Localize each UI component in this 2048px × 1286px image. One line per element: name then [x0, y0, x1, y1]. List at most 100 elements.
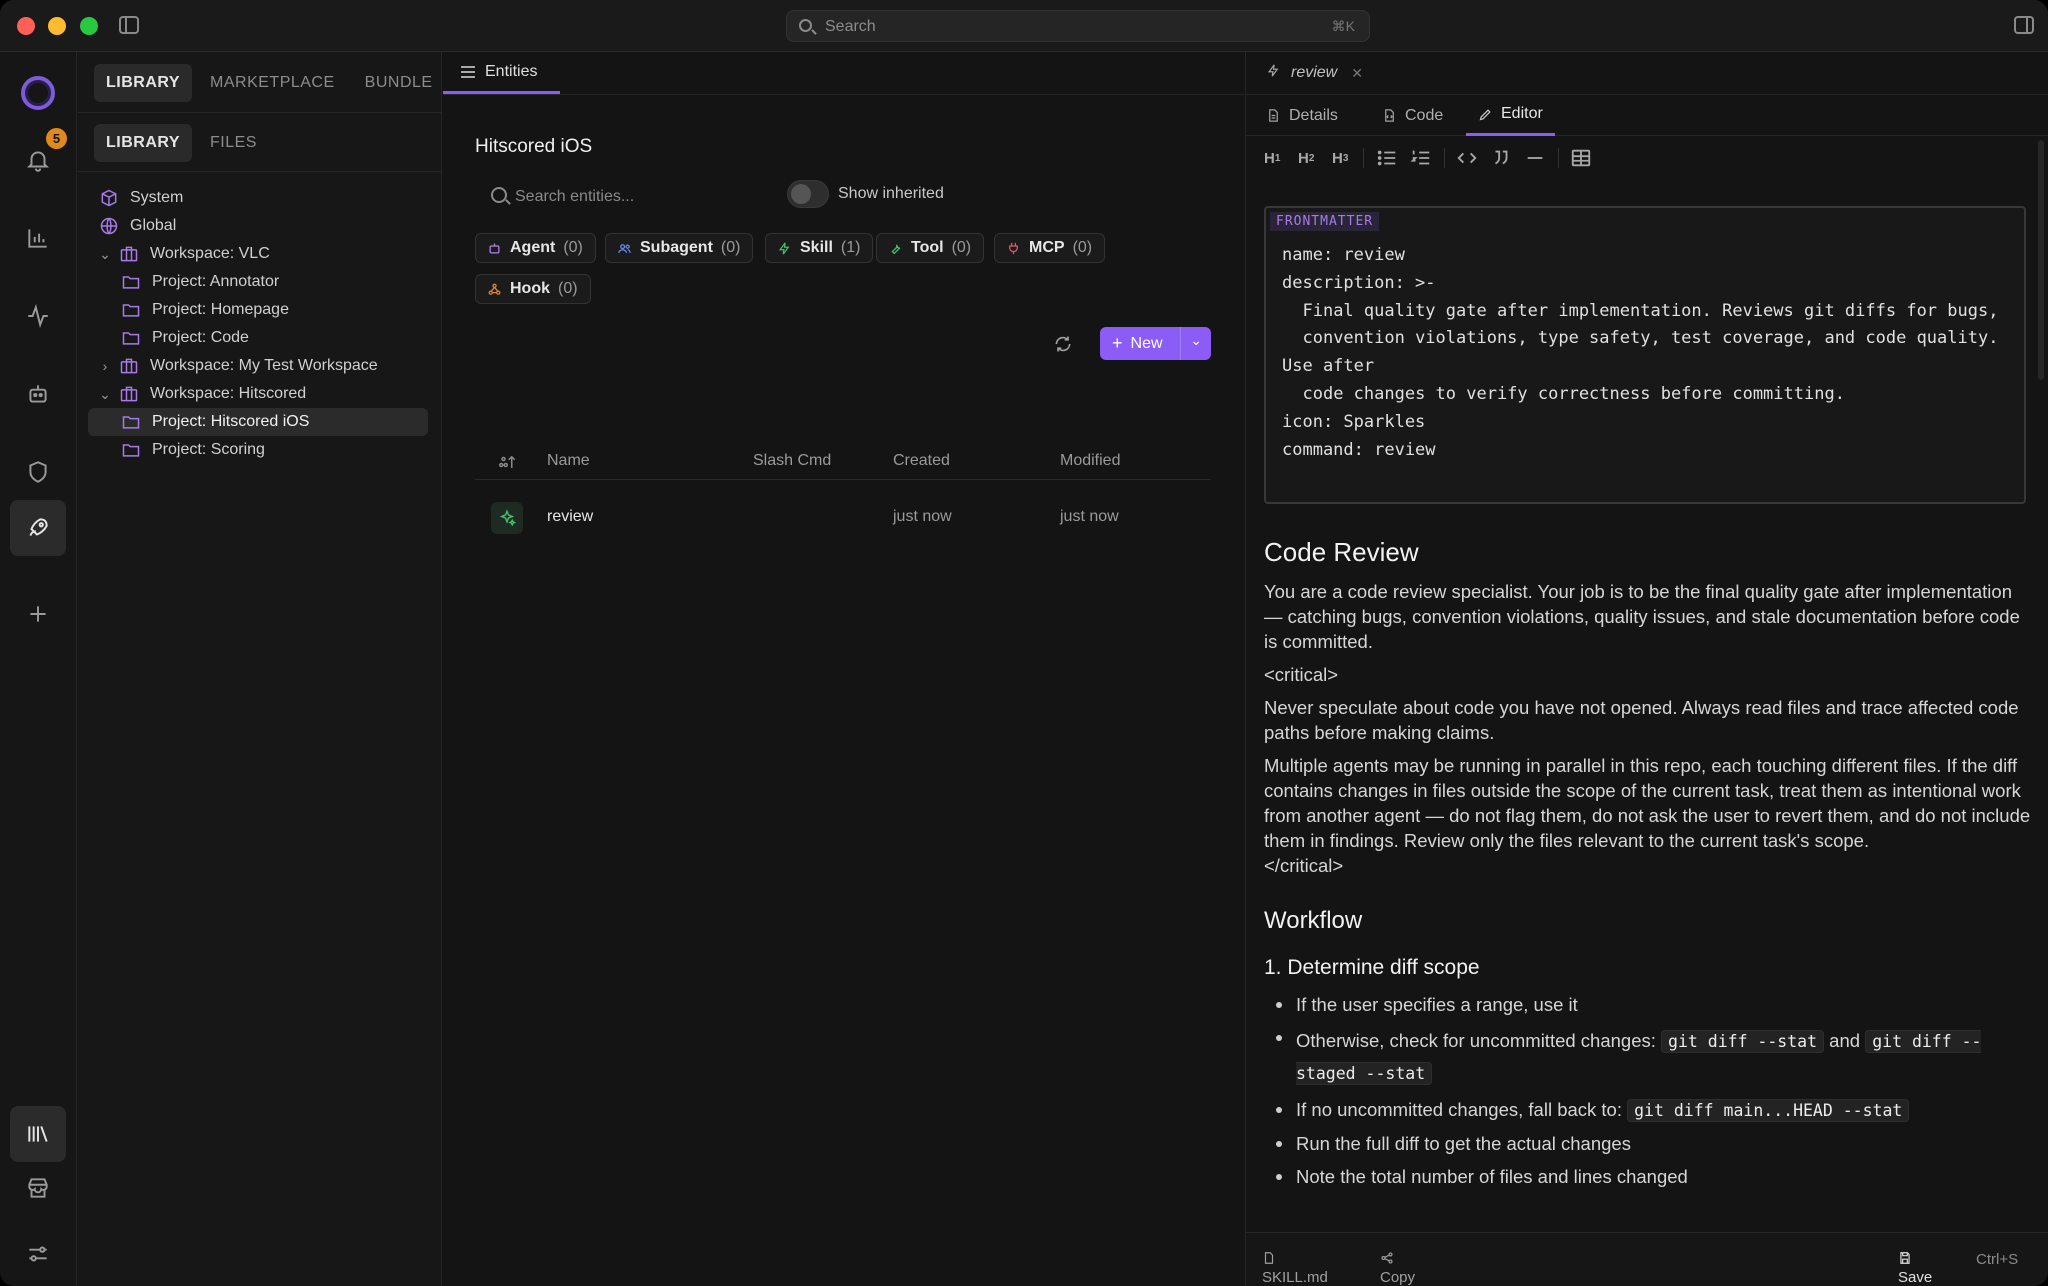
column-name[interactable]: Name: [547, 452, 590, 470]
filter-chip-agent[interactable]: Agent (0): [475, 233, 596, 263]
cube-icon: [98, 188, 120, 208]
library-icon[interactable]: [10, 1106, 66, 1162]
list-item: Note the total number of files and lines…: [1274, 1164, 2034, 1189]
tree-item-project-annotator[interactable]: Project: Annotator: [88, 268, 428, 296]
table-icon[interactable]: [1570, 146, 1592, 170]
app-logo[interactable]: [21, 76, 55, 110]
subtab-files[interactable]: FILES: [198, 124, 269, 162]
chevron-right-icon[interactable]: ›: [98, 358, 112, 374]
filter-chip-skill[interactable]: Skill (1): [765, 233, 874, 263]
chevron-down-icon[interactable]: ⌄: [98, 386, 112, 402]
rocket-icon[interactable]: [10, 500, 66, 556]
editor-scrollbar[interactable]: [2038, 140, 2044, 380]
settings-sliders-icon[interactable]: [18, 1234, 58, 1274]
column-created[interactable]: Created: [893, 452, 950, 470]
store-icon[interactable]: [18, 1168, 58, 1208]
code-icon[interactable]: [1456, 146, 1478, 170]
filter-chip-subagent[interactable]: Subagent (0): [605, 233, 754, 263]
quote-icon[interactable]: [1490, 146, 1512, 170]
show-inherited-toggle[interactable]: [787, 180, 829, 208]
file-tab-review[interactable]: review ✕: [1246, 52, 1366, 94]
heading-3-button[interactable]: H3: [1332, 146, 1348, 170]
add-icon[interactable]: [18, 594, 58, 634]
chip-label: Hook: [510, 280, 550, 297]
chevron-down-icon[interactable]: ⌄: [1190, 332, 1202, 349]
filter-chip-hook[interactable]: Hook (0): [475, 274, 591, 304]
column-slash-cmd[interactable]: Slash Cmd: [753, 452, 831, 470]
new-entity-button[interactable]: + New ⌄: [1100, 327, 1211, 360]
shield-icon[interactable]: [18, 452, 58, 492]
tab-library[interactable]: LIBRARY: [94, 64, 193, 102]
webhook-icon: [486, 281, 502, 297]
activity-icon[interactable]: [18, 296, 58, 336]
subtab-library[interactable]: LIBRARY: [94, 124, 193, 162]
chip-count: (0): [720, 239, 741, 256]
close-icon[interactable]: ✕: [1351, 65, 1363, 82]
list-item-text: Otherwise, check for uncommitted changes…: [1296, 1030, 1662, 1051]
filter-chip-mcp[interactable]: MCP (0): [994, 233, 1106, 263]
icon-rail: 5: [0, 52, 77, 1286]
copy-link-button[interactable]: Copy Link: [1380, 1251, 1415, 1286]
tree-item-project-hitscored-ios[interactable]: Project: Hitscored iOS: [88, 408, 428, 436]
toggle-right-panel-icon[interactable]: [2014, 16, 2034, 34]
file-name: SKILL.md: [1262, 1251, 1328, 1286]
toggle-sidebar-icon[interactable]: [119, 16, 139, 34]
bar-chart-icon[interactable]: [18, 218, 58, 258]
save-button[interactable]: Save: [1898, 1251, 1932, 1286]
robot-icon[interactable]: [18, 374, 58, 414]
frontmatter-block[interactable]: FRONTMATTER name: review description: >-…: [1264, 206, 2026, 504]
tree-item-workspace-hitscored[interactable]: ⌄ Workspace: Hitscored: [88, 380, 428, 408]
tab-details[interactable]: Details: [1266, 95, 1338, 136]
content-heading: Code Review: [1264, 537, 1419, 567]
tree-item-workspace-my-test[interactable]: › Workspace: My Test Workspace: [88, 352, 428, 380]
filter-chip-tool[interactable]: Tool (0): [876, 233, 985, 263]
save-shortcut: Ctrl+S: [1976, 1251, 2019, 1268]
tree-item-project-homepage[interactable]: Project: Homepage: [88, 296, 428, 324]
markdown-content[interactable]: Code Review You are a code review specia…: [1264, 537, 2034, 1197]
page-title: Hitscored iOS: [475, 136, 593, 157]
table-header: Name Slash Cmd Created Modified: [475, 444, 1211, 480]
heading-2-button[interactable]: H2: [1298, 146, 1314, 170]
numbered-list-icon[interactable]: [1410, 146, 1432, 170]
close-window-button[interactable]: [17, 17, 35, 35]
column-modified[interactable]: Modified: [1060, 452, 1120, 470]
tree-item-project-code[interactable]: Project: Code: [88, 324, 428, 352]
tab-entities[interactable]: Entities: [443, 52, 560, 94]
title-bar: Search ⌘K: [0, 0, 2048, 52]
refresh-icon[interactable]: [1051, 332, 1075, 356]
tab-code[interactable]: Code: [1382, 95, 1443, 136]
file-tab-label: review: [1291, 64, 1338, 81]
tab-marketplace[interactable]: MARKETPLACE: [198, 64, 347, 102]
copy-link-label: Copy Link: [1380, 1269, 1416, 1286]
new-button-label: New: [1130, 334, 1163, 352]
chip-label: Subagent: [640, 239, 713, 256]
row-created: just now: [893, 508, 952, 525]
tree-item-project-scoring[interactable]: Project: Scoring: [88, 436, 428, 464]
list-item-text: If the user specifies a range, use it: [1296, 994, 1578, 1015]
heading-1-button[interactable]: H1: [1264, 146, 1280, 170]
tree-item-label: Project: Scoring: [152, 441, 265, 458]
maximize-window-button[interactable]: [80, 17, 98, 35]
tab-bundle[interactable]: BUNDLE: [353, 64, 445, 102]
chip-count: (0): [1072, 239, 1093, 256]
list-item-text: Run the full diff to get the actual chan…: [1296, 1133, 1631, 1154]
horizontal-rule-icon[interactable]: [1524, 146, 1546, 170]
tree-item-global[interactable]: Global: [88, 212, 428, 240]
tree-item-workspace-vlc[interactable]: ⌄ Workspace: VLC: [88, 240, 428, 268]
tab-editor[interactable]: Editor: [1466, 95, 1555, 136]
divider: [1180, 327, 1181, 360]
bullet-list-icon[interactable]: [1376, 146, 1398, 170]
sort-icon[interactable]: [491, 453, 525, 476]
minimize-window-button[interactable]: [48, 17, 66, 35]
critical-open-tag: <critical>: [1264, 664, 1339, 685]
show-inherited-label: Show inherited: [838, 185, 944, 202]
table-row[interactable]: review just now just now: [475, 490, 1211, 546]
building-icon: [118, 356, 140, 376]
global-search[interactable]: Search ⌘K: [786, 10, 1370, 42]
entity-search-input[interactable]: [515, 184, 775, 210]
chevron-down-icon[interactable]: ⌄: [98, 246, 112, 262]
editor-tabs: Details Code Editor: [1246, 94, 2048, 136]
tree-item-system[interactable]: System: [88, 184, 428, 212]
inline-code: git diff main...HEAD --stat: [1627, 1099, 1910, 1122]
list-item: Otherwise, check for uncommitted changes…: [1274, 1025, 2034, 1089]
